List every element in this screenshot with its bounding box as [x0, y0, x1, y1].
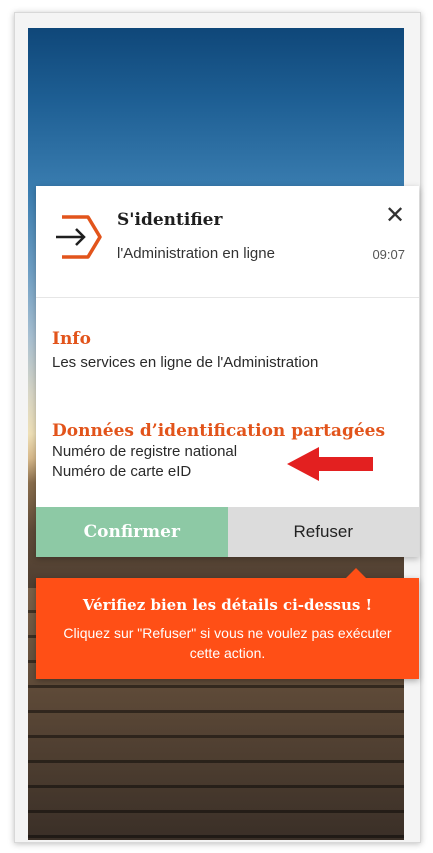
red-arrow-icon — [287, 447, 373, 481]
notification-subtitle: l'Administration en ligne — [117, 245, 275, 262]
notification-time: 09:07 — [372, 247, 405, 262]
login-arrow-icon — [56, 215, 102, 259]
confirm-button[interactable]: Confirmer — [36, 507, 228, 557]
notification-title: S'identifier — [117, 210, 223, 230]
identification-card: S'identifier l'Administration en ligne 0… — [36, 186, 419, 557]
info-text: Les services en ligne de l'Administratio… — [52, 354, 319, 371]
refuse-button[interactable]: Refuser — [227, 507, 419, 557]
shared-data-heading: Données d’identification partagées — [52, 421, 386, 441]
action-buttons: Confirmer Refuser — [36, 507, 419, 557]
close-icon[interactable]: ✕ — [383, 204, 407, 228]
warning-title: Vérifiez bien les détails ci-dessus ! — [82, 596, 373, 614]
shared-data-item: Numéro de registre national — [52, 443, 238, 460]
card-header: S'identifier l'Administration en ligne 0… — [36, 186, 419, 298]
info-heading: Info — [52, 329, 91, 349]
warning-text: Cliquez sur "Refuser" si vous ne voulez … — [63, 625, 392, 661]
shared-data-item: Numéro de carte eID — [52, 463, 192, 480]
warning-pointer — [346, 568, 366, 578]
warning-banner: Vérifiez bien les détails ci-dessus ! Cl… — [36, 568, 419, 679]
